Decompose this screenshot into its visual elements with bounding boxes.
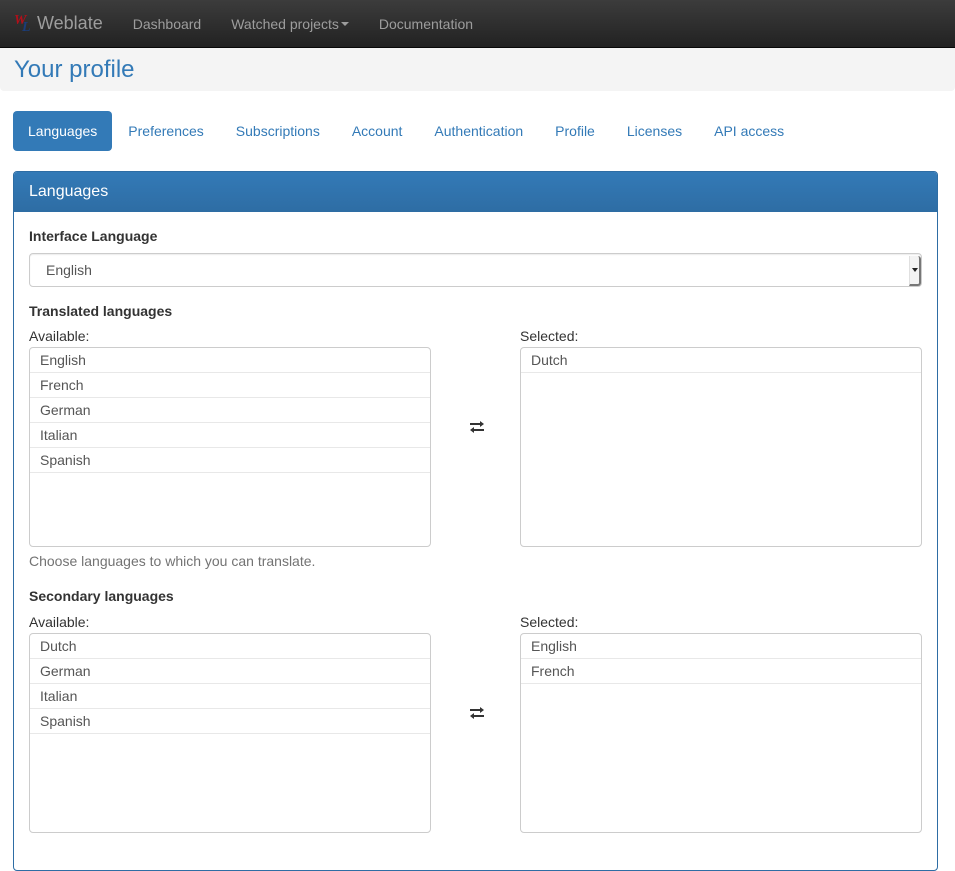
swap-arrows-icon[interactable] (469, 420, 485, 434)
secondary-languages-label: Secondary languages (29, 588, 174, 604)
caret-down-icon (340, 21, 349, 26)
tab-api-access[interactable]: API access (698, 111, 800, 151)
interface-language-select[interactable]: English (29, 253, 922, 287)
brand-link[interactable]: W L Weblate (0, 0, 118, 47)
page-title: Your profile (14, 55, 135, 83)
tab-preferences[interactable]: Preferences (112, 111, 219, 151)
tab-profile[interactable]: Profile (539, 111, 611, 151)
logo-letter-l: L (22, 19, 31, 35)
profile-tabs: Languages Preferences Subscriptions Acco… (0, 111, 955, 151)
nav-watched-projects-dropdown[interactable]: Watched projects (216, 0, 364, 47)
page-header: Your profile (0, 48, 955, 91)
tab-licenses[interactable]: Licenses (611, 111, 698, 151)
nav-dashboard[interactable]: Dashboard (118, 0, 217, 47)
translated-available-label: Available: (29, 328, 90, 344)
nav-documentation-label: Documentation (378, 15, 474, 32)
list-item[interactable]: Italian (30, 684, 430, 709)
list-item[interactable]: Spanish (30, 448, 430, 473)
secondary-selected-label: Selected: (520, 614, 579, 630)
list-item[interactable]: English (30, 348, 430, 373)
swap-arrows-icon[interactable] (469, 706, 485, 720)
list-item[interactable]: Dutch (30, 634, 430, 659)
interface-language-label: Interface Language (29, 228, 158, 244)
panel-heading: Languages (14, 172, 937, 212)
tab-authentication[interactable]: Authentication (418, 111, 539, 151)
top-navbar: W L Weblate Dashboard Watched projects D… (0, 0, 955, 48)
secondary-selected-list[interactable]: English French (520, 633, 922, 833)
brand-name: Weblate (37, 13, 103, 33)
translated-selected-label: Selected: (520, 328, 579, 344)
weblate-logo-icon: W L (14, 13, 34, 35)
tab-subscriptions[interactable]: Subscriptions (220, 111, 336, 151)
nav-dashboard-label: Dashboard (132, 15, 202, 32)
list-item[interactable]: Dutch (521, 348, 921, 373)
tab-account[interactable]: Account (336, 111, 419, 151)
list-item[interactable]: Italian (30, 423, 430, 448)
translated-selected-list[interactable]: Dutch (520, 347, 922, 547)
list-item[interactable]: French (521, 659, 921, 684)
list-item[interactable]: German (30, 398, 430, 423)
dropdown-arrow-icon (909, 256, 921, 286)
nav-documentation[interactable]: Documentation (364, 0, 488, 47)
languages-panel: Languages Interface Language English Tra… (13, 171, 938, 871)
list-item[interactable]: English (521, 634, 921, 659)
list-item[interactable]: German (30, 659, 430, 684)
tab-languages[interactable]: Languages (13, 111, 113, 151)
translated-available-list[interactable]: English French German Italian Spanish (29, 347, 431, 547)
interface-language-value: English (46, 262, 92, 278)
secondary-available-label: Available: (29, 614, 90, 630)
translated-help-text: Choose languages to which you can transl… (29, 553, 316, 569)
translated-languages-label: Translated languages (29, 303, 173, 319)
nav-watched-projects-label: Watched projects (231, 15, 339, 32)
list-item[interactable]: French (30, 373, 430, 398)
secondary-available-list[interactable]: Dutch German Italian Spanish (29, 633, 431, 833)
list-item[interactable]: Spanish (30, 709, 430, 734)
